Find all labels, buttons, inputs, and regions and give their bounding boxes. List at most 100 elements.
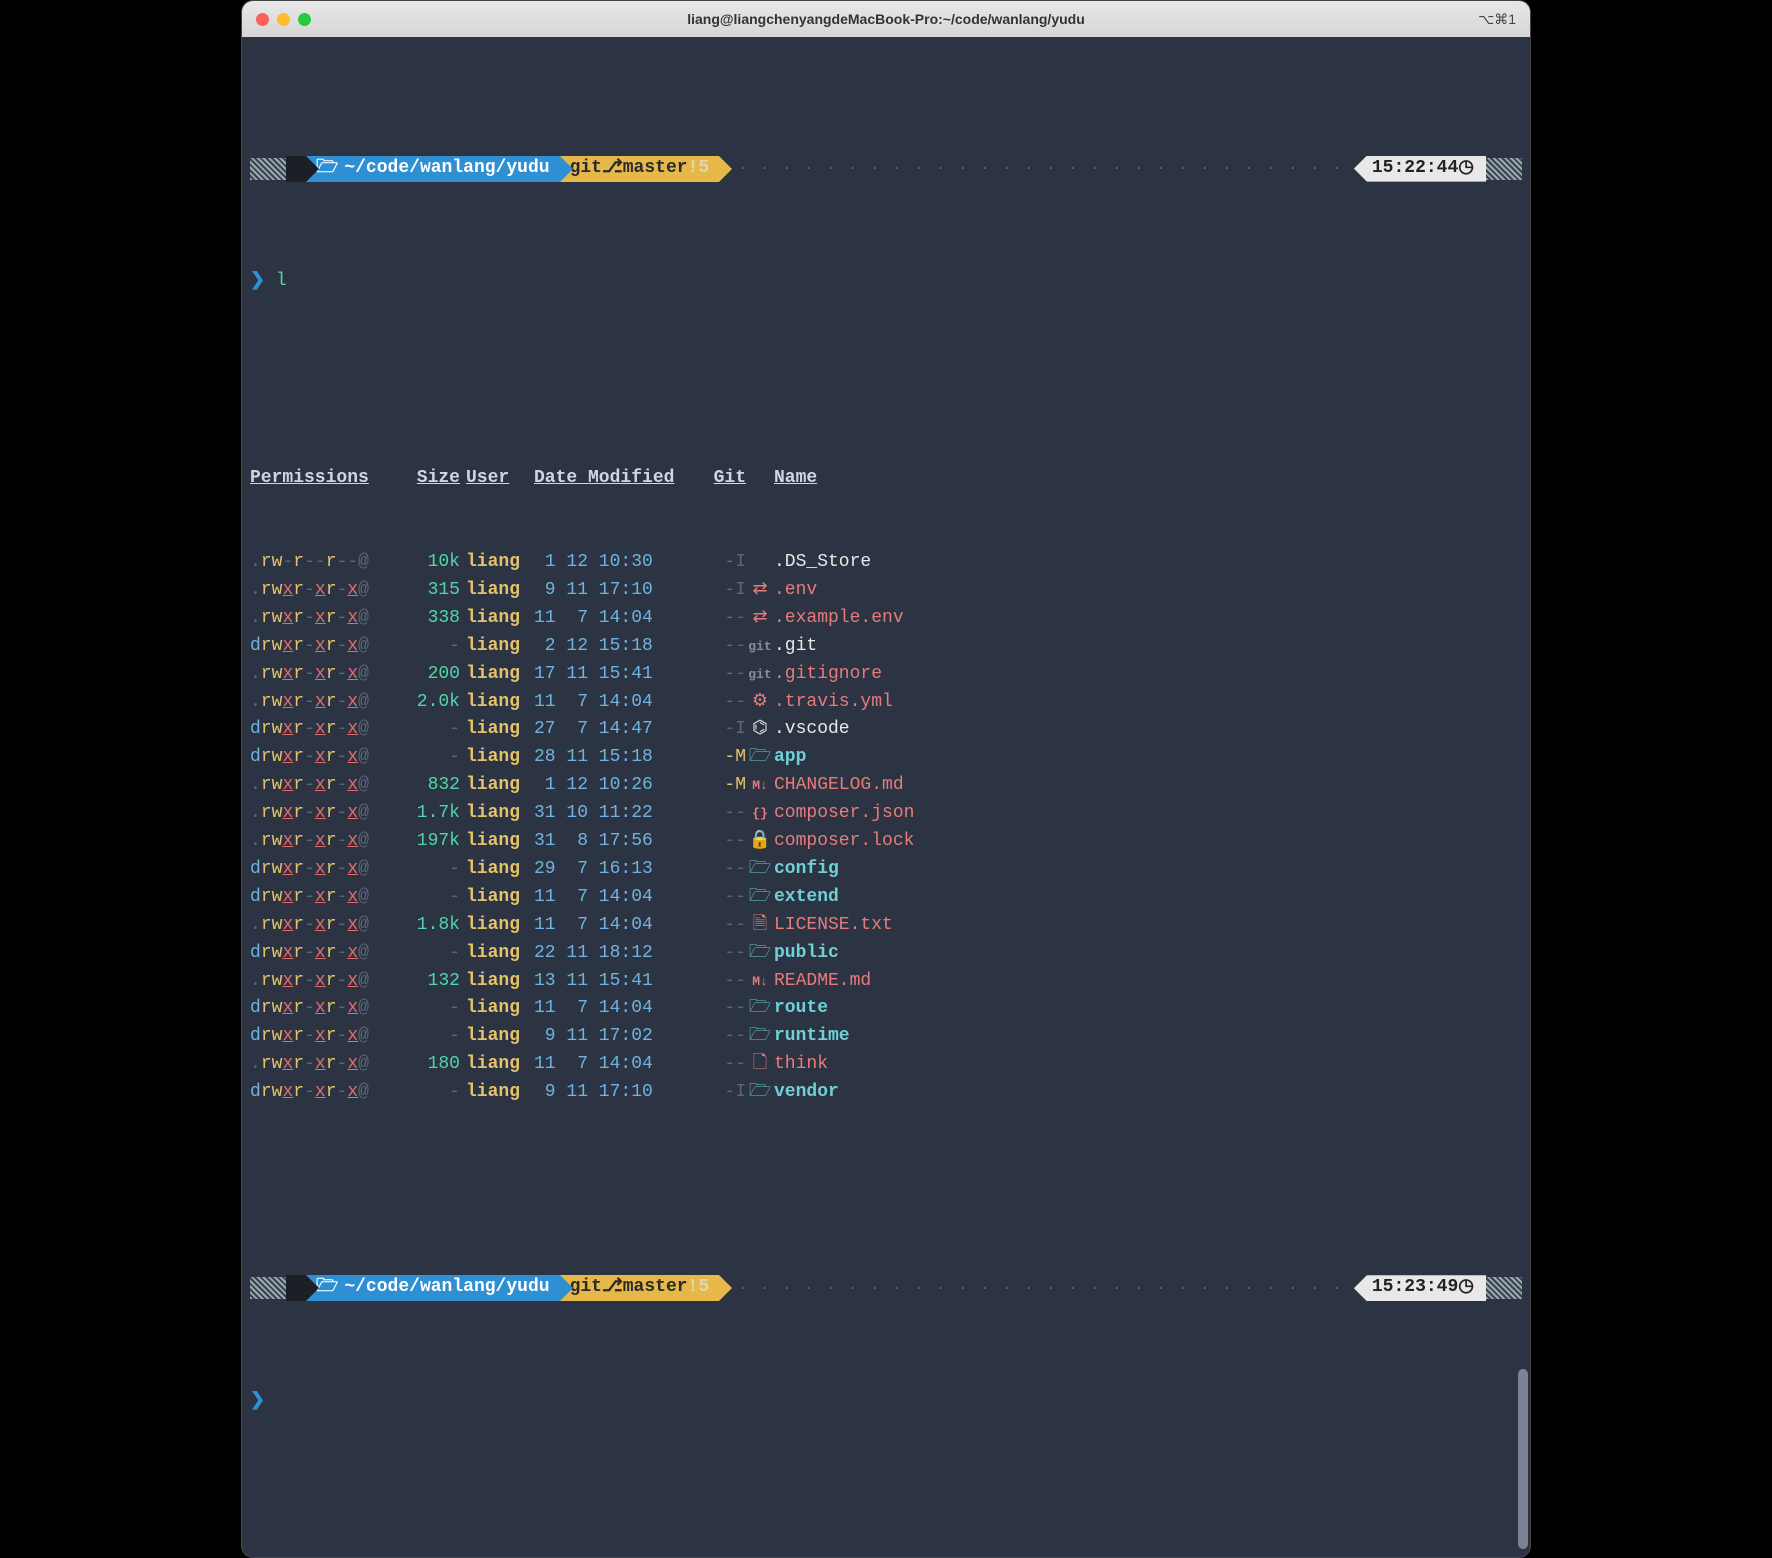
cell-git: -I xyxy=(706,716,746,744)
git-dirty: !5 xyxy=(688,155,710,183)
list-item: drwxr-xr-x@ -liang27 7 14:47-I⌬.vscode xyxy=(250,716,1522,744)
cell-git: -- xyxy=(706,800,746,828)
prompt-time-text: 15:22:44 xyxy=(1372,155,1458,183)
prompt-time-text: 15:23:49 xyxy=(1372,1274,1458,1302)
cell-date: 1 12 10:30 xyxy=(530,549,706,577)
cell-date: 17 11 15:41 xyxy=(530,661,706,689)
cell-name: .gitignore xyxy=(774,661,882,689)
cell-permissions: .rwxr-xr-x@ xyxy=(250,800,404,828)
cell-user: liang xyxy=(460,912,530,940)
file-type-icon: ⇄ xyxy=(746,577,774,605)
scrollbar-thumb[interactable] xyxy=(1518,1369,1528,1549)
cell-user: liang xyxy=(460,968,530,996)
cell-name: public xyxy=(774,940,839,968)
cell-name: README.md xyxy=(774,968,871,996)
list-item: .rwxr-xr-x@ 338liang11 7 14:04--⇄.exampl… xyxy=(250,605,1522,633)
window-shortcut: ⌥⌘1 xyxy=(1478,11,1516,28)
command-text: l xyxy=(276,271,287,291)
list-item: drwxr-xr-x@ -liang28 11 15:18-M🗁app xyxy=(250,744,1522,772)
minimize-icon[interactable] xyxy=(277,13,290,26)
cell-size: 338 xyxy=(404,605,460,633)
file-type-icon: 🗁 xyxy=(746,744,774,772)
cell-permissions: .rwxr-xr-x@ xyxy=(250,661,404,689)
cell-name: app xyxy=(774,744,806,772)
cell-size: - xyxy=(404,995,460,1023)
cell-permissions: drwxr-xr-x@ xyxy=(250,884,404,912)
cell-date: 27 7 14:47 xyxy=(530,716,706,744)
cell-name: .example.env xyxy=(774,605,904,633)
cell-permissions: drwxr-xr-x@ xyxy=(250,940,404,968)
cell-size: - xyxy=(404,744,460,772)
list-item: drwxr-xr-x@ -liang11 7 14:04--🗁extend xyxy=(250,884,1522,912)
command-line-2[interactable]: ❯ xyxy=(250,1388,1522,1416)
git-branch: master xyxy=(623,1274,688,1302)
hdr-permissions: Permissions xyxy=(250,465,404,493)
cell-permissions: drwxr-xr-x@ xyxy=(250,1079,404,1107)
list-item: .rwxr-xr-x@ 180liang11 7 14:04--🗋think xyxy=(250,1051,1522,1079)
cell-name: .env xyxy=(774,577,817,605)
cell-date: 22 11 18:12 xyxy=(530,940,706,968)
zoom-icon[interactable] xyxy=(298,13,311,26)
cell-user: liang xyxy=(460,605,530,633)
cell-git: -- xyxy=(706,661,746,689)
git-branch-icon: ⎇ xyxy=(602,155,623,183)
cell-permissions: drwxr-xr-x@ xyxy=(250,716,404,744)
cell-name: CHANGELOG.md xyxy=(774,772,904,800)
list-item: drwxr-xr-x@ -liang 9 11 17:02--🗁runtime xyxy=(250,1023,1522,1051)
titlebar: liang@liangchenyangdeMacBook-Pro:~/code/… xyxy=(242,1,1530,37)
cell-size: 315 xyxy=(404,577,460,605)
cell-date: 11 7 14:04 xyxy=(530,605,706,633)
cell-git: -- xyxy=(706,1023,746,1051)
terminal-body[interactable]: 🗁~/code/wanlang/yudu git ⎇ master !5 · ·… xyxy=(242,37,1530,1557)
cell-git: -- xyxy=(706,940,746,968)
command-line-1: ❯ l xyxy=(250,268,1522,296)
cell-date: 11 7 14:04 xyxy=(530,689,706,717)
cell-git: -- xyxy=(706,884,746,912)
file-type-icon: ⌬ xyxy=(746,716,774,744)
git-label: git xyxy=(570,155,602,183)
cell-name: think xyxy=(774,1051,828,1079)
cell-name: composer.json xyxy=(774,800,914,828)
file-type-icon: 🗋 xyxy=(746,1051,774,1079)
cell-git: -M xyxy=(706,744,746,772)
cell-permissions: drwxr-xr-x@ xyxy=(250,633,404,661)
folder-icon: 🗁 xyxy=(316,1274,338,1302)
cell-git: -- xyxy=(706,912,746,940)
cell-git: -- xyxy=(706,995,746,1023)
hdr-date: Date Modified xyxy=(530,465,706,493)
cell-permissions: drwxr-xr-x@ xyxy=(250,1023,404,1051)
cell-name: .git xyxy=(774,633,817,661)
cell-name: .travis.yml xyxy=(774,689,893,717)
cell-date: 9 11 17:10 xyxy=(530,577,706,605)
cell-size: 200 xyxy=(404,661,460,689)
cell-user: liang xyxy=(460,1023,530,1051)
list-item: .rwxr-xr-x@ 200liang17 11 15:41--git.git… xyxy=(250,661,1522,689)
hdr-size: Size xyxy=(404,465,460,493)
cell-size: - xyxy=(404,884,460,912)
cell-name: runtime xyxy=(774,1023,850,1051)
cell-user: liang xyxy=(460,995,530,1023)
file-type-icon: 🗁 xyxy=(746,884,774,912)
cell-date: 11 7 14:04 xyxy=(530,884,706,912)
cell-size: 1.7k xyxy=(404,800,460,828)
cell-git: -- xyxy=(706,1051,746,1079)
file-type-icon: 🗁 xyxy=(746,856,774,884)
list-item: .rwxr-xr-x@197kliang31 8 17:56--🔒compose… xyxy=(250,828,1522,856)
cell-size: 10k xyxy=(404,549,460,577)
cell-date: 11 7 14:04 xyxy=(530,1051,706,1079)
prompt-texture-left xyxy=(250,158,286,180)
prompt-path-prefix: ~/code/wanlang/ xyxy=(344,155,506,183)
cell-git: -- xyxy=(706,633,746,661)
cell-user: liang xyxy=(460,940,530,968)
cell-user: liang xyxy=(460,633,530,661)
cell-permissions: .rw-r--r--@ xyxy=(250,549,404,577)
list-item: .rwxr-xr-x@1.8kliang11 7 14:04--🗎LICENSE… xyxy=(250,912,1522,940)
cell-permissions: .rwxr-xr-x@ xyxy=(250,605,404,633)
prompt-dots: · · · · · · · · · · · · · · · · · · · · … xyxy=(732,157,1354,180)
cell-permissions: .rwxr-xr-x@ xyxy=(250,577,404,605)
cell-date: 13 11 15:41 xyxy=(530,968,706,996)
file-type-icon: 🗎 xyxy=(746,912,774,940)
close-icon[interactable] xyxy=(256,13,269,26)
window-title: liang@liangchenyangdeMacBook-Pro:~/code/… xyxy=(242,11,1530,27)
cell-git: -- xyxy=(706,605,746,633)
